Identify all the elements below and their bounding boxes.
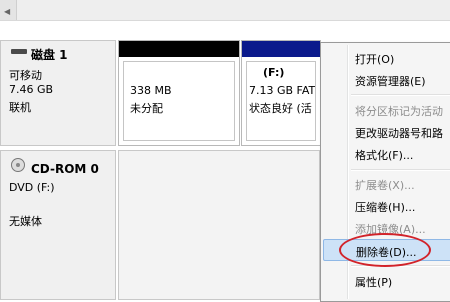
partition-name: (F:) [263,66,285,79]
menu-item-open[interactable]: 打开(O) [323,47,450,69]
partition-body: 338 MB 未分配 [123,61,235,141]
partition-size: 338 MB [130,84,172,97]
horizontal-scrollbar[interactable]: ◀ [0,0,450,21]
menu-item-mark-active: 将分区标记为活动 [355,105,443,118]
disk-title: 磁盘 1 [31,48,68,62]
cd-drive-icon [11,158,25,172]
partition-status: 未分配 [130,102,163,115]
disk-type: 可移动 [9,69,42,82]
partition-status: 状态良好 (活 [249,102,312,115]
partition-body: (F:) 7.13 GB FAT 状态良好 (活 [246,61,316,141]
cdrom-0-label[interactable]: CD-ROM 0 DVD (F:) 无媒体 [0,150,116,300]
menu-item-explorer[interactable]: 资源管理器(E) [323,69,450,91]
partition-bar-primary [242,41,320,57]
menu-separator [351,94,450,96]
disk-status: 无媒体 [9,215,42,228]
disk-type: DVD (F:) [9,181,55,194]
disk-status: 联机 [9,101,31,114]
menu-item-change-drive-letter[interactable]: 更改驱动器号和路 [323,121,450,143]
disk-title: CD-ROM 0 [31,162,99,176]
partition-f[interactable]: (F:) 7.13 GB FAT 状态良好 (活 [241,40,321,146]
scroll-left-button[interactable]: ◀ [0,0,17,20]
cdrom-volume-area[interactable] [118,150,320,300]
partition-size: 7.13 GB FAT [249,84,316,97]
menu-item-properties[interactable]: 属性(P) [323,270,450,292]
menu-item-shrink-volume[interactable]: 压缩卷(H)... [323,195,450,217]
removable-disk-icon [11,49,27,54]
menu-item-extend-volume: 扩展卷(X)... [355,179,415,192]
annotation-ellipse [339,233,431,267]
disk-size: 7.46 GB [9,83,54,96]
disk-1-label[interactable]: 磁盘 1 可移动 7.46 GB 联机 [0,40,116,146]
partition-bar-unallocated [119,41,239,57]
partition-unallocated[interactable]: 338 MB 未分配 [118,40,240,146]
menu-item-format[interactable]: 格式化(F)... [323,143,450,165]
scroll-left-arrow-icon: ◀ [4,7,11,16]
menu-separator [351,169,450,171]
